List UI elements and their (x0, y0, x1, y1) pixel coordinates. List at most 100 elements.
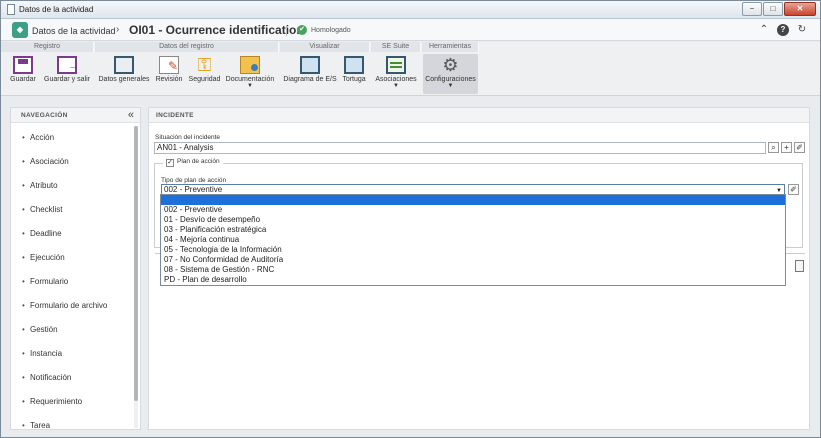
sidebar-item-label: Atributo (30, 181, 58, 190)
bullet-icon: • (22, 325, 25, 334)
sidebar-item-label: Tarea (30, 421, 51, 430)
security-button[interactable]: ⚿ Seguridad (188, 54, 221, 94)
documentation-icon (240, 56, 260, 74)
bullet-icon: • (22, 253, 25, 262)
sidebar-title: NAVEGACIÓN (21, 112, 68, 119)
sidebar-item-instancia[interactable]: • Instancia (11, 342, 135, 366)
sidebar-item-notificacion[interactable]: • Notificación (11, 366, 135, 390)
sidebar-scrollbar-thumb[interactable] (134, 126, 138, 401)
sidebar-item-gestion[interactable]: • Gestión (11, 318, 135, 342)
dropdown-option[interactable]: PD - Plan de desarrollo (161, 275, 785, 285)
sidebar-item-tarea[interactable]: • Tarea (11, 414, 135, 430)
sidebar-item-label: Asociación (30, 157, 69, 166)
associations-label: Asociaciones (375, 76, 417, 83)
save-exit-label: Guardar y salir (44, 76, 90, 83)
app-logo-icon: ◈ (12, 22, 28, 38)
gears-icon: ⚙ (442, 55, 459, 75)
io-diagram-label: Diagrama de E/S (283, 76, 337, 83)
sidebar-item-atributo[interactable]: • Atributo (11, 174, 135, 198)
collapse-sidebar-icon[interactable]: « (128, 109, 134, 121)
bullet-icon: • (22, 301, 25, 310)
sidebar-item-requerimiento[interactable]: • Requerimiento (11, 390, 135, 414)
maximize-button[interactable]: □ (763, 2, 783, 16)
turtle-button[interactable]: Tortuga (340, 54, 368, 94)
app-header: ◈ Datos de la actividad › OI01 - Ocurren… (1, 19, 820, 41)
dropdown-option-empty[interactable] (161, 195, 785, 205)
sidebar-item-checklist[interactable]: • Checklist (11, 198, 135, 222)
sidebar-item-label: Instancia (30, 349, 63, 358)
dropdown-caret-icon: ▼ (447, 83, 454, 89)
navigation-list: • Acción • Asociación • Atributo • Checklist… (11, 126, 135, 430)
associations-button[interactable]: Asociaciones ▼ (374, 54, 418, 94)
status-check-icon: ✔ (297, 25, 307, 35)
configurations-button[interactable]: ⚙ Configuraciones ▼ (423, 54, 478, 94)
bullet-icon: • (22, 277, 25, 286)
sidebar-item-formulario[interactable]: • Formulario (11, 270, 135, 294)
sidebar-item-deadline[interactable]: • Deadline (11, 222, 135, 246)
sidebar-item-asociacion[interactable]: • Asociación (11, 150, 135, 174)
save-and-exit-button[interactable]: Guardar y salir (42, 54, 92, 94)
save-button[interactable]: Guardar (8, 54, 38, 94)
dropdown-option[interactable]: 03 - Planificación estratégica (161, 225, 785, 235)
group-label-registro: Registro (1, 42, 94, 52)
group-label-visualizar: Visualizar (280, 42, 370, 52)
plan-type-dropdown-list[interactable]: 002 - Preventive 01 - Desvío de desempeñ… (160, 194, 786, 286)
action-plan-legend: ✓ Plan de acción (163, 158, 223, 167)
documentation-button[interactable]: Documentación ▼ (225, 54, 275, 94)
general-data-button[interactable]: Datos generales (98, 54, 150, 94)
action-plan-checkbox-label: Plan de acción (177, 158, 220, 165)
group-label-datos-registro: Datos del registro (95, 42, 279, 52)
dropdown-option[interactable]: 01 - Desvío de desempeño (161, 215, 785, 225)
clear-eraser-icon[interactable]: ✐ (794, 142, 805, 153)
sidebar-item-label: Requerimiento (30, 397, 83, 406)
sidebar-item-label: Checklist (30, 205, 63, 214)
close-button[interactable]: ✕ (784, 2, 816, 16)
ribbon-toolbar: Registro Datos del registro Visualizar S… (1, 42, 820, 96)
window-title: Datos de la actividad (19, 5, 94, 14)
dropdown-caret-icon: ▼ (393, 83, 399, 89)
sidebar-item-formulario-archivo[interactable]: • Formulario de archivo (11, 294, 135, 318)
sidebar-item-label: Formulario de archivo (30, 301, 108, 310)
navigation-sidebar: NAVEGACIÓN « • Acción • Asociación • Atribu… (10, 107, 141, 430)
turtle-label: Tortuga (342, 76, 366, 83)
plan-type-label: Tipo de plan de acción (161, 177, 227, 184)
sidebar-item-ejecucion[interactable]: • Ejecución (11, 246, 135, 270)
dropdown-option[interactable]: 002 - Preventive (161, 205, 785, 215)
save-label: Guardar (10, 76, 36, 83)
dropdown-option[interactable]: 08 - Sistema de Gestión - RNC (161, 265, 785, 275)
bullet-icon: • (22, 157, 25, 166)
search-icon[interactable]: ⌕ (768, 142, 779, 153)
io-diagram-button[interactable]: Diagrama de E/S (283, 54, 337, 94)
window-title-bar: Datos de la actividad − □ ✕ (1, 1, 820, 19)
header-divider (286, 25, 287, 36)
general-data-icon (114, 56, 134, 74)
security-label: Seguridad (188, 76, 221, 83)
situation-label: Situación del incidente (155, 134, 221, 141)
review-label: Revisión (155, 76, 183, 83)
dropdown-option[interactable]: 07 - No Conformidad de Auditoría (161, 255, 785, 265)
group-label-se-suite: SE Suite (371, 42, 421, 52)
sidebar-header: NAVEGACIÓN « (11, 108, 140, 123)
add-icon[interactable]: + (781, 142, 792, 153)
sidebar-item-label: Deadline (30, 229, 62, 238)
situation-field[interactable]: AN01 - Analysis (154, 142, 766, 154)
collapse-up-icon[interactable]: ⌃ (758, 24, 770, 36)
clear-eraser-icon[interactable]: ✐ (788, 184, 799, 195)
minimize-button[interactable]: − (742, 2, 762, 16)
dropdown-option[interactable]: 05 - Tecnologia de la Información (161, 245, 785, 255)
plan-type-value: 002 - Preventive (164, 185, 223, 194)
bullet-icon: • (22, 205, 25, 214)
review-icon (159, 56, 179, 74)
dropdown-option[interactable]: 04 - Mejoría continua (161, 235, 785, 245)
sidebar-item-accion[interactable]: • Acción (11, 126, 135, 150)
sidebar-item-label: Notificación (30, 373, 72, 382)
review-button[interactable]: Revisión (154, 54, 184, 94)
bullet-icon: • (22, 133, 25, 142)
sidebar-item-label: Acción (30, 133, 55, 142)
refresh-icon[interactable]: ↻ (796, 24, 808, 36)
bullet-icon: • (22, 421, 25, 430)
document-icon (7, 4, 15, 15)
bullet-icon: • (22, 181, 25, 190)
help-icon[interactable]: ? (777, 24, 789, 36)
action-plan-checkbox[interactable]: ✓ (166, 159, 174, 167)
